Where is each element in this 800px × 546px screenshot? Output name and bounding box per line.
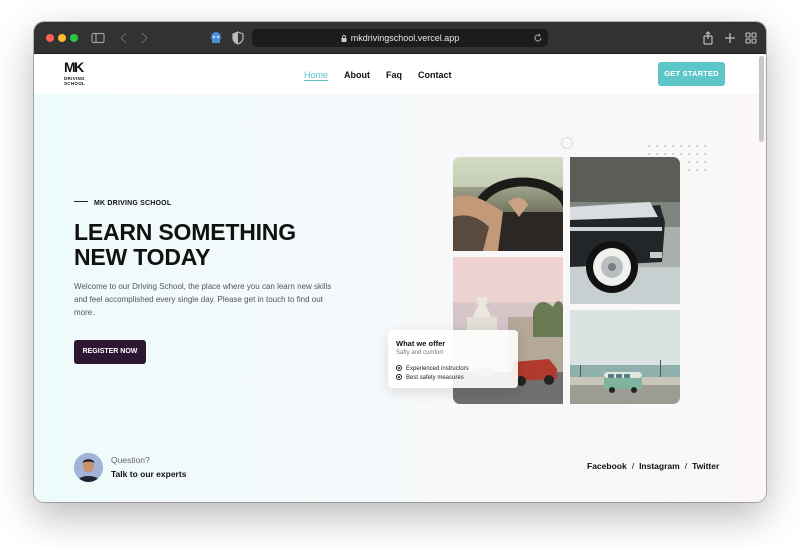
offer-item-label: Best safety measures <box>406 375 464 381</box>
page-scrollbar[interactable] <box>759 56 764 142</box>
nav-link-faq[interactable]: Faq <box>386 69 402 83</box>
hero-eyebrow: MK DRIVING SCHOOL <box>74 198 171 210</box>
question-label: Question? <box>111 455 150 465</box>
tab-overview-icon[interactable] <box>743 30 759 46</box>
site-navbar: MK DRIVING SCHOOL Home About Faq Contact… <box>34 54 760 94</box>
separator: / <box>684 461 688 471</box>
zoom-window-button[interactable] <box>70 34 78 42</box>
what-we-offer-card: What we offer Safty and comfort Experien… <box>388 330 518 388</box>
shield-icon[interactable] <box>230 30 246 46</box>
eyebrow-text: MK DRIVING SCHOOL <box>94 200 172 207</box>
twitter-link[interactable]: Twitter <box>692 460 719 472</box>
page-viewport: MK DRIVING SCHOOL Home About Faq Contact… <box>34 54 766 502</box>
extension-icon[interactable] <box>208 30 224 46</box>
avatar[interactable] <box>74 453 103 482</box>
offer-item: Experienced instructors <box>396 365 469 373</box>
facebook-link[interactable]: Facebook <box>587 460 627 472</box>
nav-links: Home About Faq Contact <box>304 69 452 83</box>
hero-description: Welcome to our Driving School, the place… <box>74 282 332 317</box>
chevron-right-icon[interactable] <box>136 30 152 46</box>
address-text: mkdrivingschool.vercel.app <box>252 29 548 47</box>
headline-line-1: LEARN SOMETHING <box>74 219 296 245</box>
sidebar-toggle-icon[interactable] <box>90 30 106 46</box>
radio-icon <box>396 365 402 371</box>
share-icon[interactable] <box>700 30 716 46</box>
reload-icon[interactable] <box>533 33 543 43</box>
instagram-link[interactable]: Instagram <box>639 460 680 472</box>
photo-seaside-van <box>570 310 680 404</box>
eyebrow-divider <box>74 201 88 202</box>
url: mkdrivingschool.vercel.app <box>350 33 460 43</box>
hero-headline: LEARN SOMETHING NEW TODAY <box>74 220 344 270</box>
expert-avatar-image <box>74 453 103 482</box>
logo-subtext-line2: SCHOOL <box>64 81 86 86</box>
chevron-left-icon[interactable] <box>116 30 132 46</box>
headline-line-2: NEW TODAY <box>74 244 211 270</box>
ring-decoration <box>561 137 573 149</box>
offer-item: Best safety measures <box>396 374 464 382</box>
offer-title: What we offer <box>396 339 446 348</box>
site-logo[interactable]: MK DRIVING SCHOOL <box>64 60 96 88</box>
nav-link-contact[interactable]: Contact <box>418 69 452 83</box>
register-now-button[interactable]: REGISTER NOW <box>74 340 146 364</box>
talk-to-experts-link[interactable]: Talk to our experts <box>111 468 186 480</box>
address-bar[interactable]: mkdrivingschool.vercel.app <box>252 29 548 47</box>
browser-window: mkdrivingschool.vercel.app MK DRIVING SC… <box>34 22 766 502</box>
nav-link-about[interactable]: About <box>344 69 370 83</box>
separator: / <box>631 461 635 471</box>
plus-icon[interactable] <box>722 30 738 46</box>
photo-classic-car <box>570 157 680 304</box>
photo-steering-wheel <box>453 157 563 251</box>
social-links: Facebook / Instagram / Twitter <box>587 460 719 472</box>
radio-icon <box>396 374 402 380</box>
offer-subtitle: Safty and comfort <box>396 350 444 356</box>
minimize-window-button[interactable] <box>58 34 66 42</box>
get-started-button[interactable]: GET STARTED <box>658 62 725 86</box>
logo-mark: MK <box>64 59 84 75</box>
browser-toolbar: mkdrivingschool.vercel.app <box>34 22 766 54</box>
offer-item-label: Experienced instructors <box>406 366 469 372</box>
close-window-button[interactable] <box>46 34 54 42</box>
nav-link-home[interactable]: Home <box>304 69 328 83</box>
lock-icon <box>341 35 347 42</box>
